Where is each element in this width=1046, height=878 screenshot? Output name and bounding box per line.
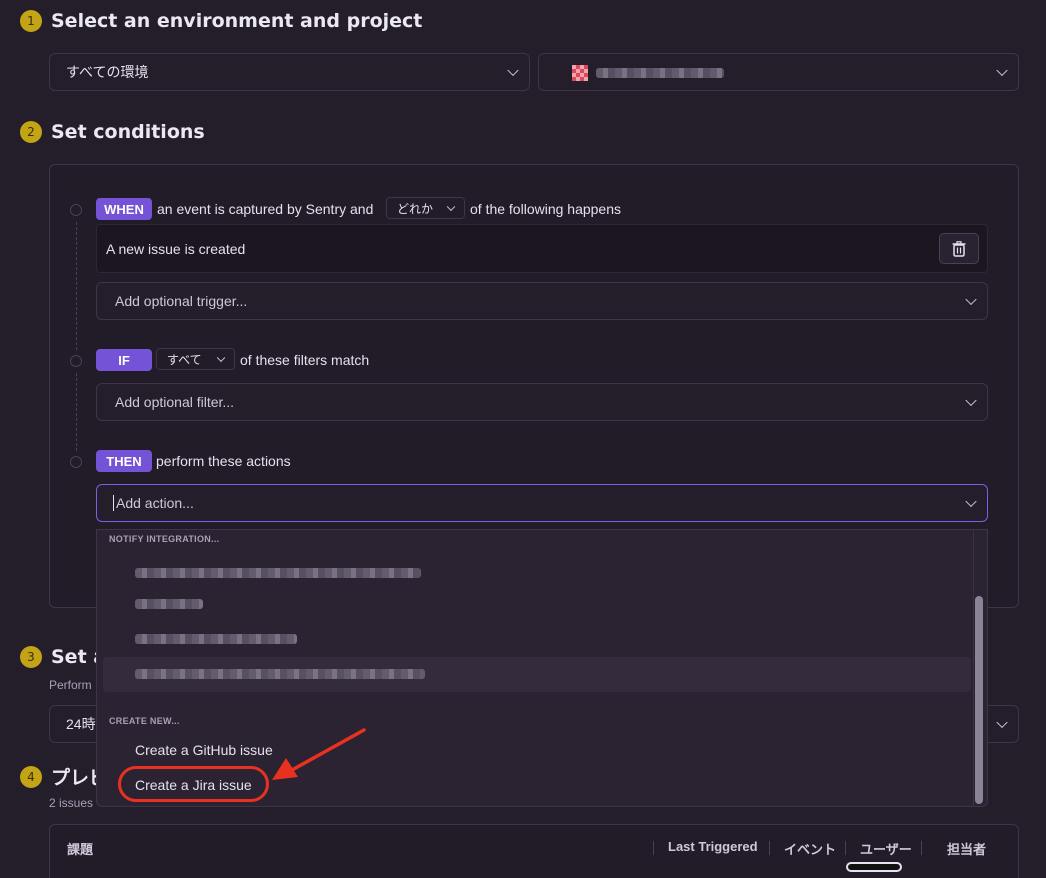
annotation-arrow-icon (272, 728, 366, 780)
